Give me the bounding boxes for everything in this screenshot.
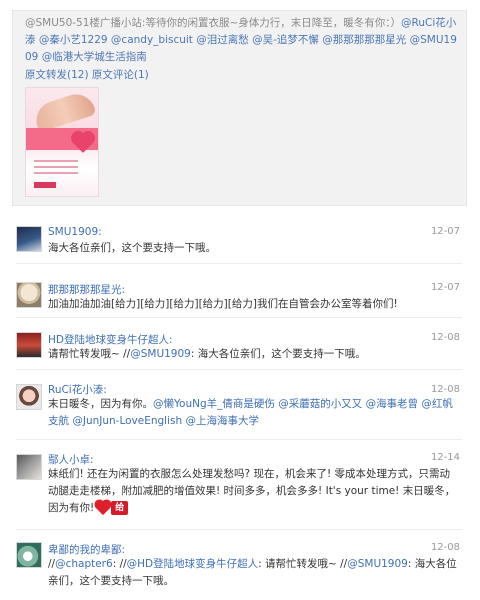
comment-item: HD登陆地球变身牛仔超人: 12-08 请帮忙转发哦~ //@SMU1909: … bbox=[10, 326, 468, 370]
mention-link[interactable]: @SMU1909 bbox=[130, 348, 191, 360]
comment-author[interactable]: SMU1909: bbox=[48, 226, 102, 238]
comment-date: 12-07 bbox=[430, 282, 460, 293]
mention-link[interactable]: @chapter6 bbox=[55, 558, 113, 570]
mention-link[interactable]: @秦小艺1229 bbox=[39, 34, 108, 46]
comment-item: 那那那那那星光: 12-07 加油加油加油[给力][给力][给力][给力][给力… bbox=[10, 274, 468, 318]
mention-link[interactable]: @临港大学城生活指南 bbox=[42, 51, 147, 63]
mention-link[interactable]: @那那那那那星光 bbox=[322, 34, 406, 46]
comment-date: 12-08 bbox=[430, 542, 460, 553]
avatar[interactable] bbox=[16, 226, 42, 252]
comment-author[interactable]: 卑鄙的我的卑鄙: bbox=[48, 542, 125, 557]
mention-link[interactable]: @SMU1909 bbox=[347, 558, 408, 570]
comment-item: 卑鄙的我的卑鄙: 12-08 //@chapter6: //@HD登陆地球变身牛… bbox=[10, 538, 468, 594]
original-comment-link[interactable]: 原文评论(1) bbox=[92, 69, 149, 81]
comment-author[interactable]: HD登陆地球变身牛仔超人: bbox=[48, 332, 173, 347]
comment-date: 12-08 bbox=[430, 332, 460, 343]
mention-link[interactable]: @HD登陆地球变身牛仔超人 bbox=[127, 558, 258, 570]
comment-text-prefix: 请帮忙转发哦~ // bbox=[48, 348, 131, 360]
mention-link[interactable]: @泪过离愁 bbox=[196, 34, 249, 46]
original-post-text: @SMU50-51楼广播小站:等待你的闲置衣服~身体力行，末日降至，暖冬有你：）… bbox=[25, 15, 461, 66]
avatar[interactable] bbox=[16, 454, 42, 480]
comment-author[interactable]: 鄢人小卓: bbox=[48, 452, 94, 467]
mention-link[interactable]: @采蘑菇的小又又 bbox=[278, 398, 362, 410]
mention-link[interactable]: @海事老曾 bbox=[366, 398, 419, 410]
comment-item: SMU1909: 12-07 海大各位亲们，这个要支持一下哦。 bbox=[10, 220, 468, 264]
comment-author[interactable]: 那那那那那星光: bbox=[48, 282, 125, 297]
comment-text: 海大各位亲们，这个要支持一下哦。 bbox=[48, 242, 216, 254]
comment-item: RuCi花小溙: 12-08 末日暖冬，因为有你。@懒YouNg羊_倩商是硬伤 … bbox=[10, 378, 468, 440]
divider bbox=[16, 439, 462, 440]
comment-text-prefix: 末日暖冬，因为有你。 bbox=[48, 398, 153, 410]
original-forward-link[interactable]: 原文转发(12) bbox=[25, 69, 89, 81]
original-post-body: @SMU50-51楼广播小站:等待你的闲置衣服~身体力行，末日降至，暖冬有你：） bbox=[25, 17, 402, 29]
divider bbox=[16, 529, 462, 530]
original-post-links: 原文转发(12) 原文评论(1) bbox=[25, 67, 149, 82]
emoticon-label: 给 bbox=[111, 501, 129, 515]
mention-link[interactable]: @吴-追梦不懈 bbox=[252, 34, 319, 46]
comment-author[interactable]: RuCi花小溙: bbox=[48, 382, 107, 397]
poster-stamp bbox=[34, 182, 56, 188]
divider bbox=[16, 369, 462, 370]
poster-text-lines bbox=[34, 156, 78, 178]
comment-text: //@chapter6: //@HD登陆地球变身牛仔超人: 请帮忙转发哦~ //… bbox=[48, 558, 457, 587]
post-image-thumbnail[interactable] bbox=[25, 87, 99, 197]
heart-icon bbox=[96, 500, 111, 516]
comment-text: 加油加油加油[给力][给力][给力][给力][给力]我们在自管会办公室等着你们! bbox=[48, 298, 398, 310]
mention-link[interactable]: @candy_biscuit bbox=[111, 34, 193, 46]
avatar[interactable] bbox=[16, 282, 42, 308]
comment-text: 请帮忙转发哦~ //@SMU1909: 海大各位亲们，这个要支持一下哦。 bbox=[48, 346, 458, 363]
comment-text-middle: : 请帮忙转发哦~ // bbox=[258, 558, 348, 570]
avatar[interactable] bbox=[16, 384, 42, 410]
comment-date: 12-07 bbox=[430, 226, 460, 237]
comment-text: 末日暖冬，因为有你。@懒YouNg羊_倩商是硬伤 @采蘑菇的小又又 @海事老曾 … bbox=[48, 396, 458, 430]
mention-link[interactable]: @懒YouNg羊_倩商是硬伤 bbox=[153, 398, 275, 410]
poster-hands-graphic bbox=[31, 89, 97, 133]
avatar[interactable] bbox=[16, 332, 42, 358]
comment-text: 妹纸们! 还在为闲置的衣服怎么处理发愁吗? 现在，机会来了! 零成本处理方式，只… bbox=[48, 466, 458, 517]
comment-text-suffix: : 海大各位亲们，这个要支持一下哦。 bbox=[190, 348, 366, 360]
comment-date: 12-08 bbox=[430, 384, 460, 395]
mention-link[interactable]: @JunJun-LoveEnglish bbox=[72, 415, 182, 427]
mention-link[interactable]: @上海海事大学 bbox=[185, 415, 259, 427]
avatar[interactable] bbox=[16, 542, 42, 568]
divider bbox=[16, 263, 462, 264]
original-post-panel: @SMU50-51楼广播小站:等待你的闲置衣服~身体力行，末日降至，暖冬有你：）… bbox=[12, 10, 467, 206]
gift-emoticon-icon: 给 bbox=[96, 500, 130, 516]
divider bbox=[16, 317, 462, 318]
comment-date: 12-14 bbox=[430, 452, 460, 463]
comment-item: 鄢人小卓: 12-14 妹纸们! 还在为闲置的衣服怎么处理发愁吗? 现在，机会来… bbox=[10, 448, 468, 530]
